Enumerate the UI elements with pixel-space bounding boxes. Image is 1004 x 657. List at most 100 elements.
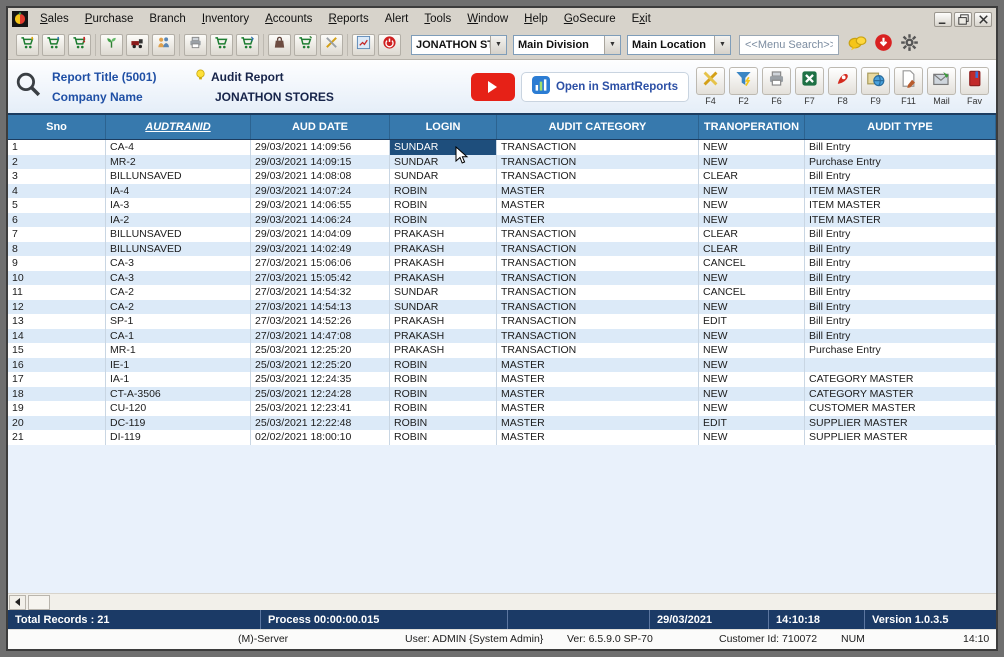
cell-audit-type[interactable]: ITEM MASTER — [805, 198, 996, 213]
cell-tranoperation[interactable]: NEW — [699, 387, 805, 402]
cell-sno[interactable]: 19 — [8, 401, 106, 416]
chat-bubbles-button[interactable] — [846, 34, 868, 56]
cell-audit-category[interactable]: TRANSACTION — [497, 256, 699, 271]
cell-aud-date[interactable]: 25/03/2021 12:25:20 — [251, 343, 390, 358]
scrollbar-thumb[interactable] — [28, 595, 50, 610]
cell-audtranid[interactable]: CA-3 — [106, 271, 251, 286]
menu-search-input[interactable] — [739, 35, 839, 55]
cell-audit-type[interactable]: Bill Entry — [805, 271, 996, 286]
menu-item-gosecure[interactable]: GoSecure — [556, 11, 624, 27]
accounts-users-button[interactable] — [152, 34, 175, 56]
cell-login[interactable]: PRAKASH — [390, 343, 497, 358]
cell-login[interactable]: ROBIN — [390, 430, 497, 445]
cell-login[interactable]: SUNDAR — [390, 285, 497, 300]
purchase-cart-button[interactable] — [42, 34, 65, 56]
cell-audit-category[interactable]: MASTER — [497, 213, 699, 228]
cell-audtranid[interactable]: CA-3 — [106, 256, 251, 271]
pos-cart-button[interactable] — [294, 34, 317, 56]
cell-tranoperation[interactable]: NEW — [699, 155, 805, 170]
action-f6-button[interactable]: F6 — [761, 67, 792, 106]
cell-audit-category[interactable]: TRANSACTION — [497, 242, 699, 257]
cell-login[interactable]: SUNDAR — [390, 169, 497, 184]
menu-item-purchase[interactable]: Purchase — [77, 11, 142, 27]
cell-aud-date[interactable]: 25/03/2021 12:25:20 — [251, 358, 390, 373]
cell-audit-type[interactable]: Bill Entry — [805, 300, 996, 315]
cell-audtranid[interactable]: CU-120 — [106, 401, 251, 416]
cell-audit-type[interactable]: Bill Entry — [805, 314, 996, 329]
cell-login[interactable]: SUNDAR — [390, 140, 497, 155]
cell-tranoperation[interactable]: NEW — [699, 372, 805, 387]
cell-login[interactable]: ROBIN — [390, 358, 497, 373]
column-header-audit-type[interactable]: AUDIT TYPE — [805, 115, 996, 139]
menu-item-alert[interactable]: Alert — [377, 11, 417, 27]
cell-audit-type[interactable]: Bill Entry — [805, 329, 996, 344]
cell-sno[interactable]: 14 — [8, 329, 106, 344]
cell-audit-type[interactable]: CATEGORY MASTER — [805, 372, 996, 387]
cell-audit-type[interactable]: CUSTOMER MASTER — [805, 401, 996, 416]
cell-audtranid[interactable]: CA-4 — [106, 140, 251, 155]
cell-sno[interactable]: 21 — [8, 430, 106, 445]
action-f7-button[interactable]: F7 — [794, 67, 825, 106]
menu-item-window[interactable]: Window — [459, 11, 516, 27]
column-header-login[interactable]: LOGIN — [390, 115, 497, 139]
cell-aud-date[interactable]: 29/03/2021 14:09:56 — [251, 140, 390, 155]
menu-item-tools[interactable]: Tools — [416, 11, 459, 27]
cell-sno[interactable]: 8 — [8, 242, 106, 257]
cell-tranoperation[interactable]: NEW — [699, 213, 805, 228]
cell-aud-date[interactable]: 29/03/2021 14:08:08 — [251, 169, 390, 184]
cell-sno[interactable]: 2 — [8, 155, 106, 170]
cell-aud-date[interactable]: 27/03/2021 15:06:06 — [251, 256, 390, 271]
cell-audit-category[interactable]: MASTER — [497, 198, 699, 213]
cell-audit-category[interactable]: MASTER — [497, 430, 699, 445]
gear-button[interactable] — [898, 34, 920, 56]
cell-login[interactable]: SUNDAR — [390, 155, 497, 170]
cell-aud-date[interactable]: 27/03/2021 14:47:08 — [251, 329, 390, 344]
menu-item-inventory[interactable]: Inventory — [194, 11, 257, 27]
cell-audtranid[interactable]: BILLUNSAVED — [106, 169, 251, 184]
cell-login[interactable]: PRAKASH — [390, 242, 497, 257]
cell-tranoperation[interactable]: CANCEL — [699, 285, 805, 300]
cell-sno[interactable]: 9 — [8, 256, 106, 271]
dashboard-chart-button[interactable] — [352, 34, 375, 56]
cell-audit-type[interactable]: Bill Entry — [805, 169, 996, 184]
column-header-aud-date[interactable]: AUD DATE — [251, 115, 390, 139]
inventory-plant-button[interactable] — [100, 34, 123, 56]
cell-audit-type[interactable]: SUPPLIER MASTER — [805, 430, 996, 445]
store-dropdown[interactable]: JONATHON STO ▼ — [411, 35, 507, 55]
menu-item-reports[interactable]: Reports — [320, 11, 376, 27]
cell-aud-date[interactable]: 25/03/2021 12:22:48 — [251, 416, 390, 431]
column-header-sno[interactable]: Sno — [8, 115, 106, 139]
cell-audit-type[interactable]: Purchase Entry — [805, 343, 996, 358]
cell-sno[interactable]: 15 — [8, 343, 106, 358]
action-f2-button[interactable]: F2 — [728, 67, 759, 106]
cell-aud-date[interactable]: 25/03/2021 12:24:28 — [251, 387, 390, 402]
cell-tranoperation[interactable]: NEW — [699, 271, 805, 286]
cell-tranoperation[interactable]: EDIT — [699, 416, 805, 431]
cell-login[interactable]: PRAKASH — [390, 227, 497, 242]
scroll-left-button[interactable] — [9, 595, 26, 610]
download-circle-button[interactable] — [872, 34, 894, 56]
cell-tranoperation[interactable]: NEW — [699, 358, 805, 373]
location-dropdown[interactable]: Main Location ▼ — [627, 35, 731, 55]
cell-audtranid[interactable]: DI-119 — [106, 430, 251, 445]
cell-aud-date[interactable]: 25/03/2021 12:23:41 — [251, 401, 390, 416]
cell-audtranid[interactable]: MR-1 — [106, 343, 251, 358]
cell-audit-category[interactable]: TRANSACTION — [497, 140, 699, 155]
cell-audit-type[interactable]: Bill Entry — [805, 285, 996, 300]
menu-item-accounts[interactable]: Accounts — [257, 11, 320, 27]
cell-login[interactable]: ROBIN — [390, 401, 497, 416]
cell-login[interactable]: ROBIN — [390, 198, 497, 213]
billing-cart-button[interactable] — [210, 34, 233, 56]
cell-login[interactable]: PRAKASH — [390, 314, 497, 329]
cell-tranoperation[interactable]: EDIT — [699, 314, 805, 329]
cell-aud-date[interactable]: 25/03/2021 12:24:35 — [251, 372, 390, 387]
cart-alert-button[interactable] — [68, 34, 91, 56]
cell-sno[interactable]: 18 — [8, 387, 106, 402]
cell-sno[interactable]: 4 — [8, 184, 106, 199]
cell-tranoperation[interactable]: NEW — [699, 329, 805, 344]
cell-audit-category[interactable]: TRANSACTION — [497, 169, 699, 184]
cell-aud-date[interactable]: 29/03/2021 14:07:24 — [251, 184, 390, 199]
cell-sno[interactable]: 16 — [8, 358, 106, 373]
cell-audit-type[interactable]: Bill Entry — [805, 256, 996, 271]
cell-tranoperation[interactable]: NEW — [699, 430, 805, 445]
